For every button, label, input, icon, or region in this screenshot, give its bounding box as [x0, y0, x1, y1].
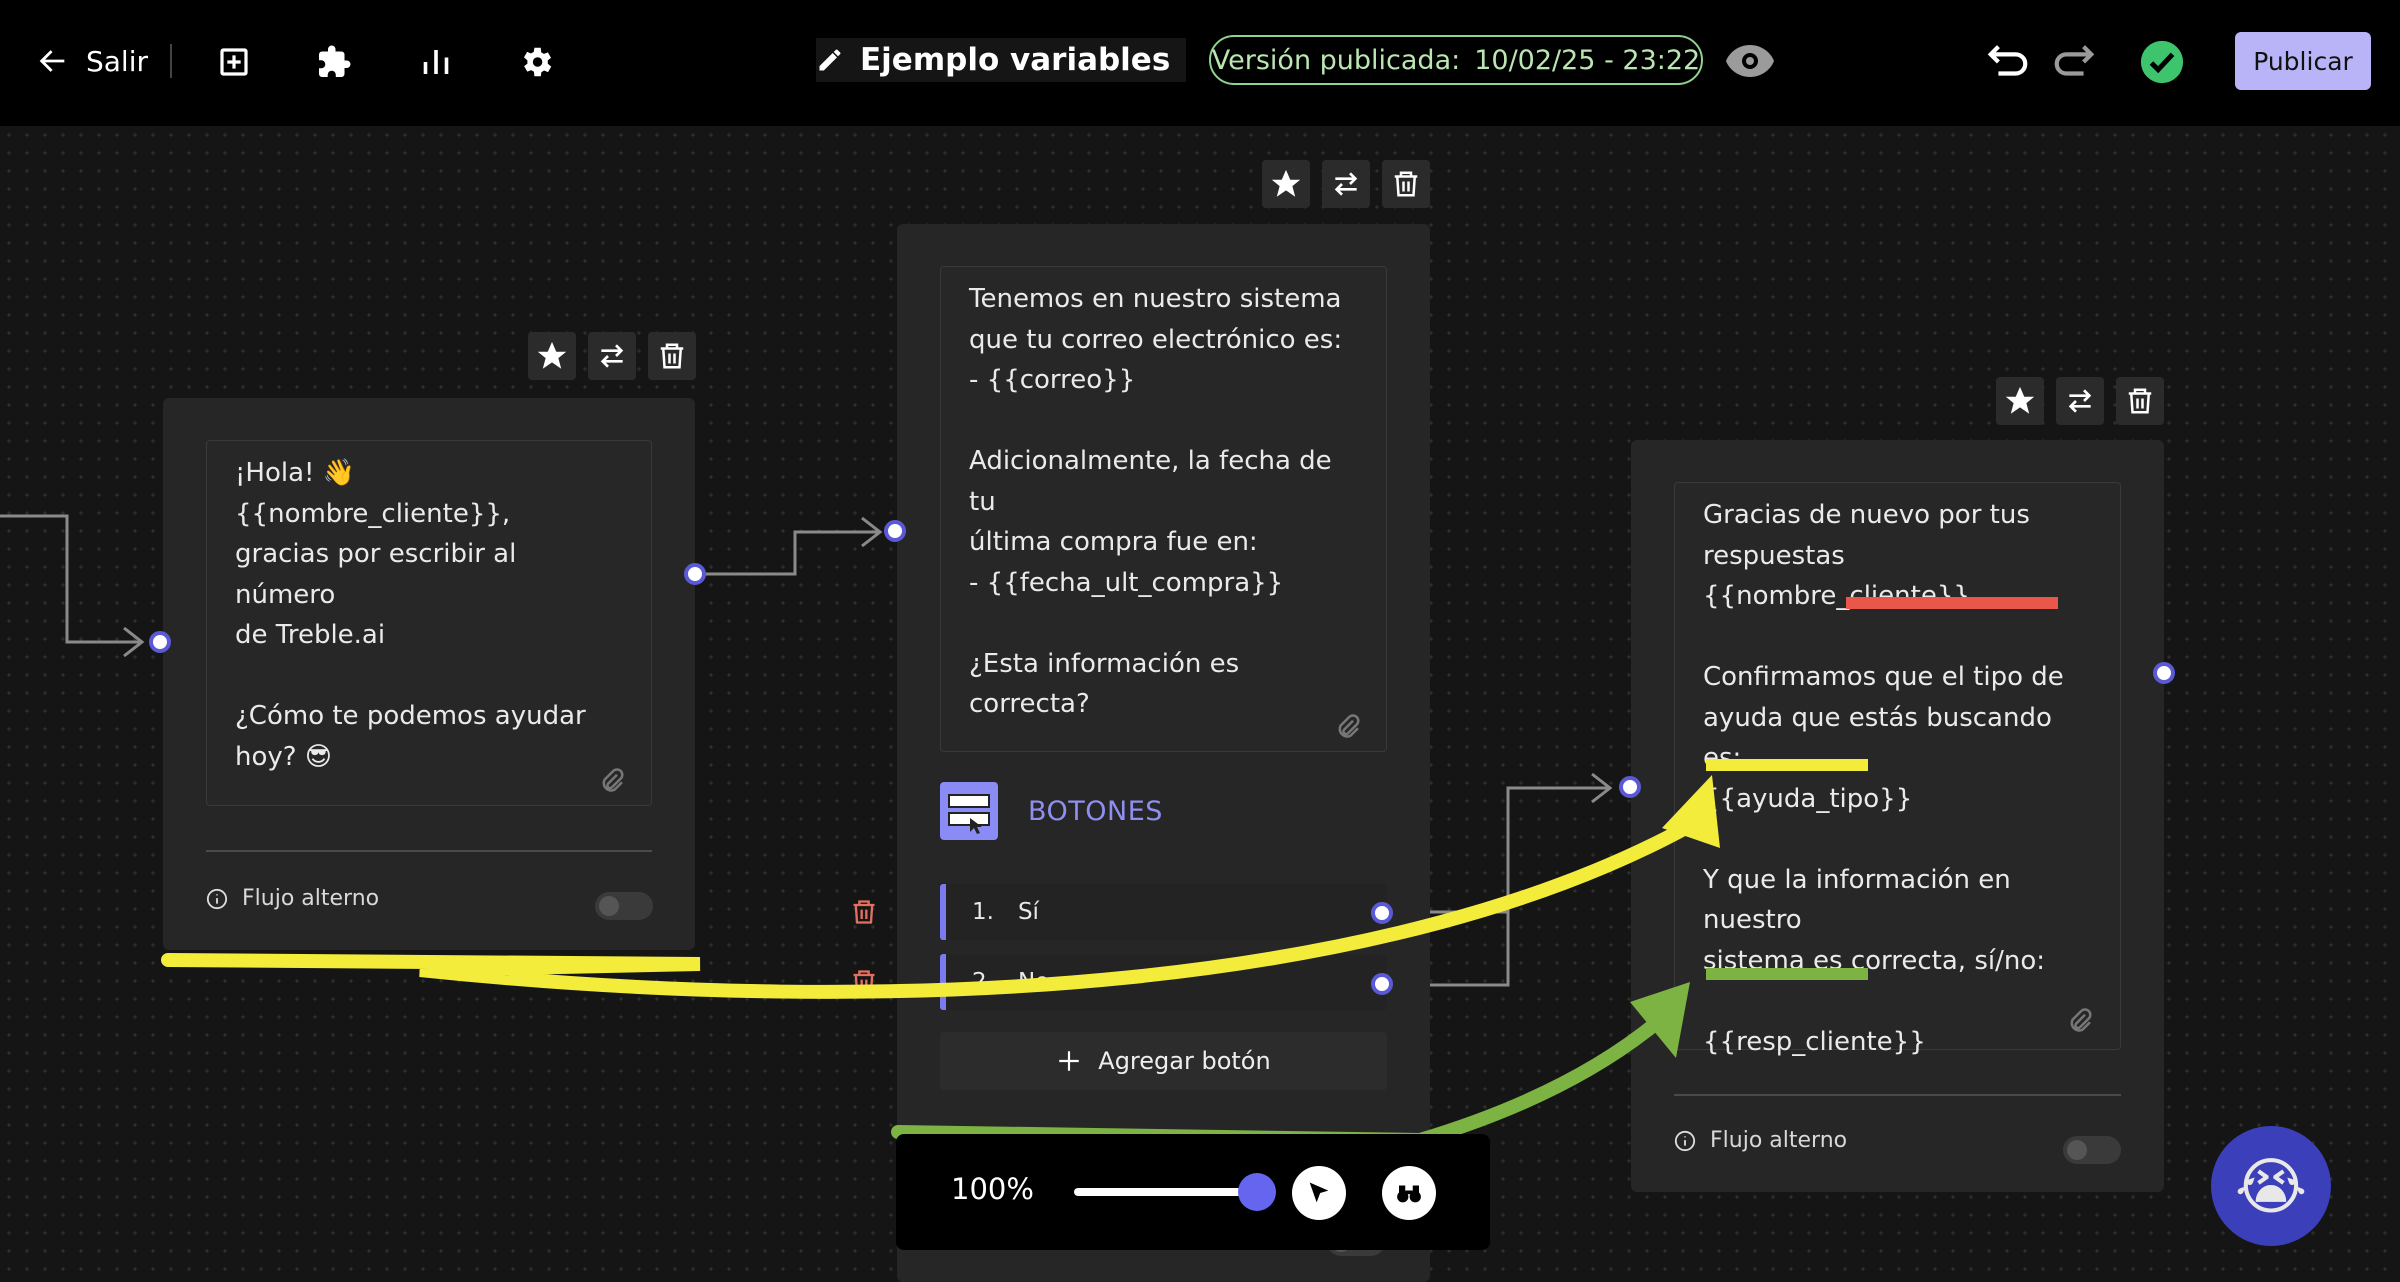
- plus-square-icon: [220, 48, 248, 76]
- binoculars-icon: [1397, 1185, 1421, 1203]
- select-tool-button[interactable]: [1292, 1166, 1346, 1220]
- help-emoji-button[interactable]: 😭: [2211, 1126, 2331, 1246]
- annotation-arrows: [161, 775, 1720, 1148]
- version-date: 10/02/25 - 23:22: [1474, 44, 1701, 76]
- settings-button[interactable]: [512, 38, 560, 86]
- pencil-icon: [819, 49, 841, 71]
- topbar-separator: [170, 44, 172, 78]
- green-arrowhead: [1630, 982, 1690, 1058]
- arrow-left-icon: [39, 50, 65, 72]
- green-annotation-arrow: [891, 1013, 1667, 1148]
- zoom-label: 100%: [951, 1172, 1034, 1206]
- exit-label: Salir: [86, 44, 149, 78]
- undo-button[interactable]: [1980, 38, 2036, 86]
- zoom-panel: 100%: [896, 1134, 1490, 1250]
- yellow-annotation-arrow: [161, 813, 1707, 999]
- flow-name-field[interactable]: Ejemplo variables: [816, 38, 1186, 82]
- undo-icon: [1987, 45, 2028, 76]
- eye-icon: [1726, 45, 1774, 77]
- gear-icon: [523, 47, 552, 77]
- flow-name: Ejemplo variables: [860, 42, 1171, 78]
- save-status: [2138, 38, 2186, 86]
- cursor-icon: [1309, 1182, 1329, 1203]
- redo-button[interactable]: [2046, 38, 2102, 86]
- exit-button[interactable]: Salir: [36, 36, 148, 86]
- redo-icon: [2054, 45, 2095, 76]
- publish-button[interactable]: Publicar: [2235, 32, 2371, 90]
- top-bar: Salir Ejemplo variables Versión publicad…: [0, 0, 2400, 126]
- integrations-button[interactable]: [310, 38, 358, 86]
- puzzle-icon: [319, 45, 351, 77]
- find-tool-button[interactable]: [1382, 1166, 1436, 1220]
- add-block-button[interactable]: [210, 38, 258, 86]
- version-badge: Versión publicada: 10/02/25 - 23:22: [1209, 35, 1703, 85]
- check-circle-icon: [2140, 40, 2184, 84]
- preview-button[interactable]: [1722, 36, 1778, 86]
- zoom-slider-thumb[interactable]: [1238, 1173, 1276, 1211]
- analytics-button[interactable]: [412, 38, 460, 86]
- version-label: Versión publicada:: [1211, 44, 1461, 76]
- zoom-slider[interactable]: [1074, 1188, 1250, 1196]
- publish-label: Publicar: [2253, 46, 2353, 76]
- bar-chart-icon: [423, 50, 449, 74]
